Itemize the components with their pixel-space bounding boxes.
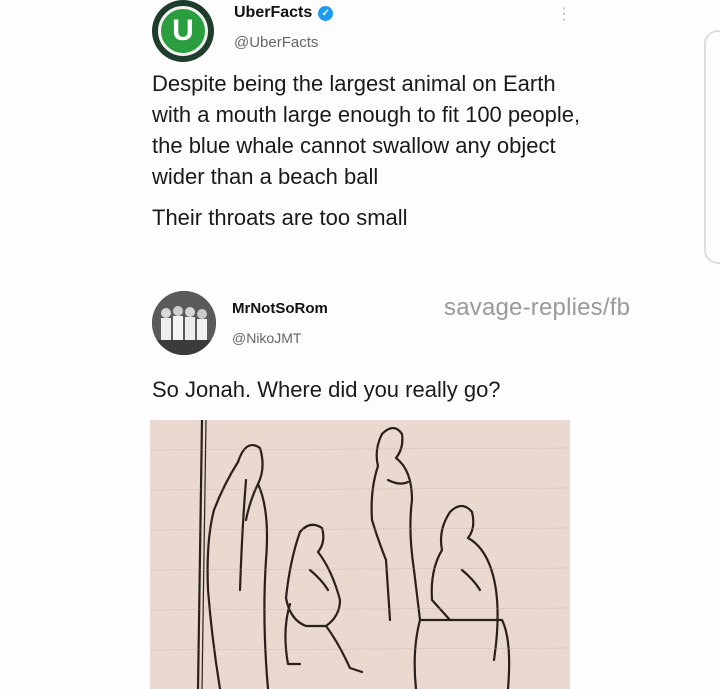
line-drawing-image — [150, 420, 570, 689]
tweet-paragraph: Their throats are too small — [152, 205, 408, 230]
tweet-author-handle[interactable]: @UberFacts — [234, 34, 318, 51]
tweet-text: Despite being the largest animal on Eart… — [152, 68, 592, 233]
verified-badge-icon: ✓ — [318, 5, 334, 21]
scroll-edge — [704, 30, 720, 264]
mrnotsorom-avatar[interactable] — [152, 291, 216, 355]
uberfacts-logo-icon: U — [158, 6, 208, 56]
sketch-figures-image — [150, 420, 570, 689]
reply-author-handle[interactable]: @NikoJMT — [232, 330, 301, 346]
reply-text: So Jonah. Where did you really go? — [152, 377, 501, 402]
group-photo-avatar-icon — [152, 291, 216, 355]
tweet-paragraph: Despite being the largest animal on Eart… — [152, 71, 581, 189]
tweet-author-name-text: UberFacts — [234, 4, 313, 21]
reply-author-name[interactable]: MrNotSoRom — [232, 300, 328, 317]
uberfacts-avatar[interactable]: U — [152, 0, 214, 62]
tweet-author-name[interactable]: UberFacts ✓ — [234, 4, 334, 22]
more-options-icon[interactable]: ⋮ — [556, 4, 572, 24]
watermark: savage-replies/fb — [444, 294, 631, 321]
